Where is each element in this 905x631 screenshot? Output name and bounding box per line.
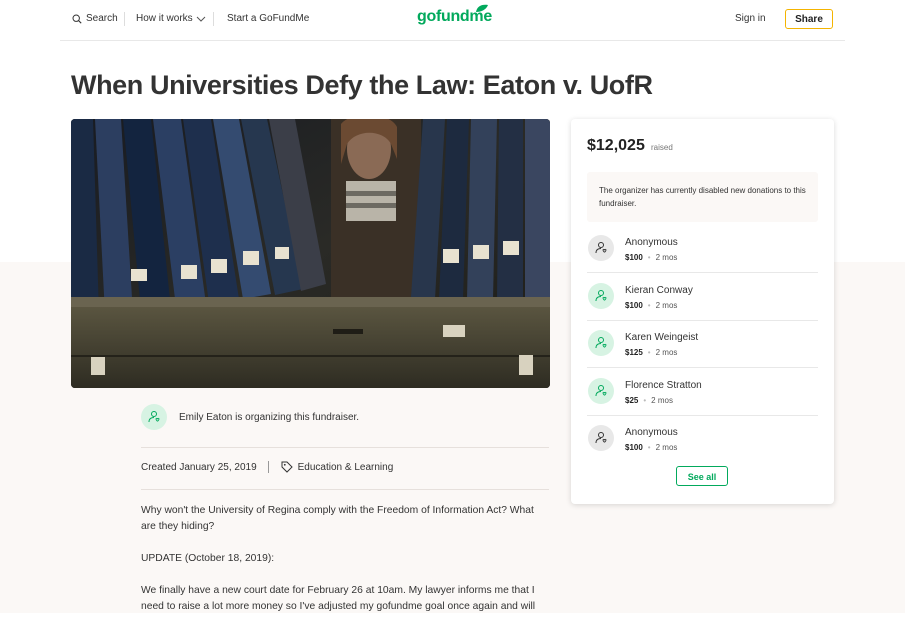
donation-time: 2 mos xyxy=(655,443,678,452)
how-it-works-menu[interactable]: How it works xyxy=(136,13,206,24)
organizer-text: Emily Eaton is organizing this fundraise… xyxy=(179,411,360,423)
donor-name: Florence Stratton xyxy=(625,380,702,391)
donation-card: $12,025 raised The organizer has current… xyxy=(571,119,834,504)
leaf-icon xyxy=(476,4,488,12)
donations-disabled-notice: The organizer has currently disabled new… xyxy=(587,172,818,222)
donor-avatar xyxy=(588,425,614,451)
meta-separator xyxy=(267,461,269,473)
chevron-down-icon xyxy=(196,16,206,22)
gofundme-logo[interactable]: gofundme xyxy=(417,4,492,26)
search-link[interactable]: Search xyxy=(72,13,118,24)
donor-name: Kieran Conway xyxy=(625,285,693,296)
raised-label: raised xyxy=(651,143,673,152)
story-paragraph: UPDATE (October 18, 2019): xyxy=(141,553,275,564)
search-label: Search xyxy=(86,13,118,24)
donation-item: Anonymous $100 • 2 mos xyxy=(587,425,818,472)
see-all-button[interactable]: See all xyxy=(676,466,728,486)
nav-divider xyxy=(213,12,214,26)
bullet-separator: • xyxy=(647,301,651,310)
tag-icon xyxy=(281,461,293,473)
category-label: Education & Learning xyxy=(297,461,394,473)
bullet-separator: • xyxy=(647,253,651,262)
donation-time: 2 mos xyxy=(655,348,678,357)
donation-details: $100 • 2 mos xyxy=(625,301,677,310)
organizer-avatar xyxy=(141,404,167,430)
campaign-title: When Universities Defy the Law: Eaton v.… xyxy=(71,70,653,100)
donor-divider xyxy=(587,272,818,273)
donor-name: Anonymous xyxy=(625,237,678,248)
donation-amount: $125 xyxy=(625,348,643,357)
start-gofundme-link[interactable]: Start a GoFundMe xyxy=(227,13,309,24)
donation-amount: $100 xyxy=(625,443,643,452)
share-button[interactable]: Share xyxy=(785,9,833,29)
category-link[interactable]: Education & Learning xyxy=(281,461,394,473)
search-icon xyxy=(72,13,82,24)
donation-amount: $100 xyxy=(625,301,643,310)
raised-amount: $12,025 xyxy=(587,137,645,154)
bullet-separator: • xyxy=(643,396,647,405)
donation-item: Karen Weingeist $125 • 2 mos xyxy=(587,330,818,377)
donor-divider xyxy=(587,367,818,368)
how-it-works-label: How it works xyxy=(136,13,193,24)
user-heart-icon xyxy=(595,432,607,444)
donation-details: $100 • 2 mos xyxy=(625,253,677,262)
donor-name: Karen Weingeist xyxy=(625,332,699,343)
bookshelf-photo xyxy=(71,119,550,388)
donor-avatar xyxy=(588,330,614,356)
campaign-meta: Created January 25, 2019 Education & Lea… xyxy=(141,461,393,473)
divider xyxy=(141,489,549,490)
donation-details: $100 • 2 mos xyxy=(625,443,677,452)
donation-time: 2 mos xyxy=(651,396,673,405)
donation-time: 2 mos xyxy=(655,253,678,262)
user-heart-icon xyxy=(148,411,160,423)
user-heart-icon xyxy=(595,385,607,397)
top-nav: Search How it works Start a GoFundMe gof… xyxy=(60,0,845,41)
story-paragraph: Why won't the University of Regina compl… xyxy=(141,505,534,532)
donation-item: Florence Stratton $25 • 2 mos xyxy=(587,378,818,425)
divider xyxy=(141,447,549,448)
donation-item: Kieran Conway $100 • 2 mos xyxy=(587,283,818,330)
donation-details: $25 • 2 mos xyxy=(625,396,673,405)
created-date: Created January 25, 2019 xyxy=(141,461,257,473)
donor-name: Anonymous xyxy=(625,427,678,438)
nav-divider xyxy=(124,12,125,26)
donor-divider xyxy=(587,415,818,416)
donation-item: Anonymous $100 • 2 mos xyxy=(587,235,818,282)
donation-amount: $25 xyxy=(625,396,639,405)
donor-avatar xyxy=(588,378,614,404)
donor-divider xyxy=(587,320,818,321)
bullet-separator: • xyxy=(647,348,651,357)
sign-in-link[interactable]: Sign in xyxy=(735,13,766,24)
campaign-story: Why won't the University of Regina compl… xyxy=(141,503,551,631)
story-paragraph: We finally have a new court date for Feb… xyxy=(141,585,536,612)
donation-details: $125 • 2 mos xyxy=(625,348,677,357)
donation-amount: $100 xyxy=(625,253,643,262)
user-heart-icon xyxy=(595,290,607,302)
user-heart-icon xyxy=(595,242,607,254)
donation-time: 2 mos xyxy=(655,301,678,310)
donor-avatar xyxy=(588,283,614,309)
donor-avatar xyxy=(588,235,614,261)
organizer-row: Emily Eaton is organizing this fundraise… xyxy=(141,404,359,430)
bullet-separator: • xyxy=(647,443,651,452)
campaign-hero-image[interactable] xyxy=(71,119,550,388)
user-heart-icon xyxy=(595,337,607,349)
